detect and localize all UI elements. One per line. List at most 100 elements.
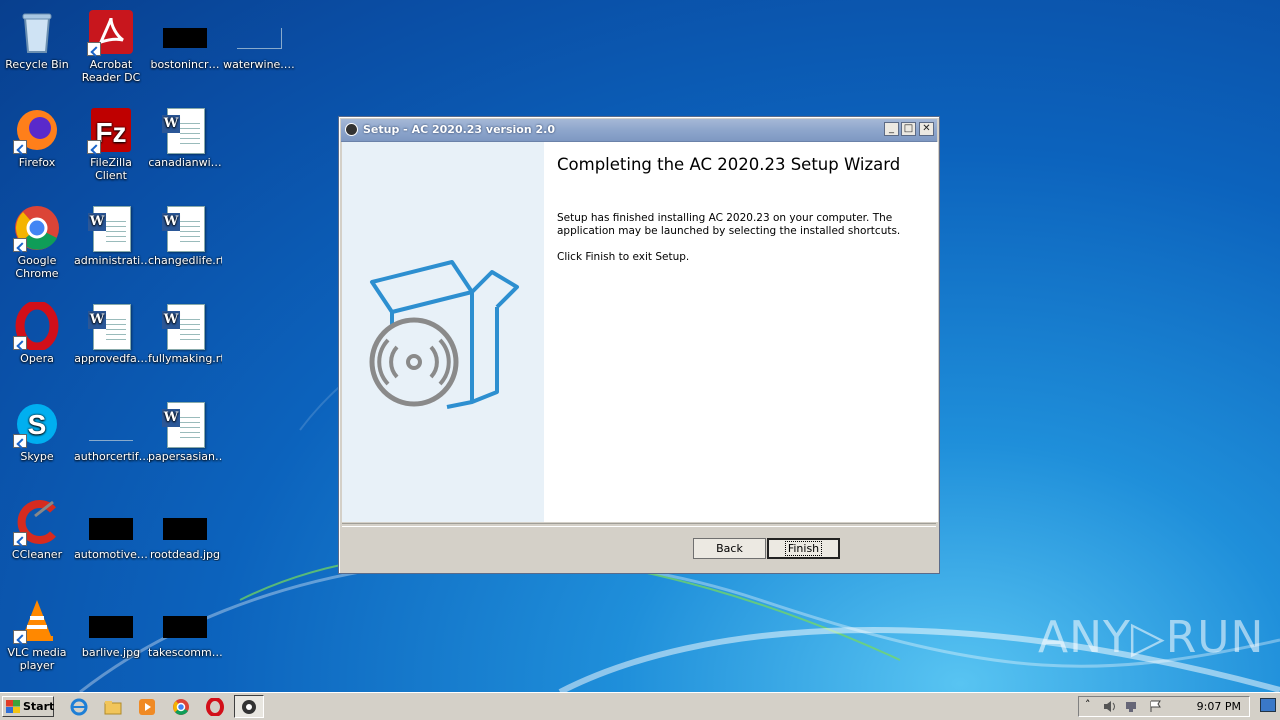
desktop-icon[interactable]: VLC media player [0,596,74,672]
show-hidden-icons-icon[interactable]: ˄ [1085,698,1091,711]
desktop-icon-label: barlive.jpg [81,646,141,659]
svg-text:S: S [28,409,47,440]
image-icon [87,596,135,644]
ccleaner-icon [13,498,61,546]
file-icon [87,400,135,448]
desktop-icon-label: Skype [20,450,54,463]
shortcut-arrow-icon [13,238,27,252]
install-box-icon [369,260,519,409]
clock[interactable]: 9:07 PM [1197,700,1241,713]
explorer-icon[interactable] [104,698,122,716]
desktop-icon[interactable]: takescomm… [148,596,222,659]
desktop-icon-label: changedlife.rtf [148,254,222,267]
opera-icon[interactable] [206,697,224,717]
desktop-icon[interactable]: Fz FileZilla Client [74,106,148,182]
filezilla-icon: Fz [87,106,135,154]
desktop-icon[interactable]: barlive.jpg [74,596,148,659]
word-doc-icon: W [161,400,209,448]
desktop-icon-label: fullymaking.rtf [148,352,222,365]
anyrun-watermark: ANY▷RUN [1038,612,1265,663]
desktop-icon[interactable]: Acrobat Reader DC [74,8,148,84]
image-icon [161,596,209,644]
word-doc-icon: W [87,302,135,350]
desktop-icon-label: Acrobat Reader DC [81,58,141,84]
wizard-content: Completing the AC 2020.23 Setup Wizard S… [342,142,938,522]
word-doc-icon: W [87,204,135,252]
opera-icon [13,300,61,352]
desktop-icon[interactable]: automotive… [74,498,148,561]
desktop-icon[interactable]: Wadministrati… [74,204,148,267]
desktop-icon[interactable]: Firefox [0,106,74,169]
show-desktop-button[interactable] [1260,698,1276,712]
desktop-icon-label: bostonincr… [150,58,220,71]
desktop-icon-label: papersasian… [148,450,222,463]
shortcut-arrow-icon [13,434,27,448]
desktop-icon-label: Google Chrome [15,254,59,280]
close-button[interactable]: ✕ [919,122,934,136]
taskbar-setup-window[interactable] [234,695,264,718]
desktop-icon-label: administrati… [74,254,148,267]
desktop-icon-label: FileZilla Client [90,156,132,182]
wizard-instruction: Click Finish to exit Setup. [557,251,690,263]
desktop-icon-label: Recycle Bin [5,58,69,71]
start-button[interactable]: Start [2,696,54,717]
setup-app-icon [345,123,358,136]
desktop-icon[interactable]: Wchangedlife.rtf [148,204,222,267]
maximize-button[interactable]: □ [901,122,916,136]
image-icon [87,498,135,546]
desktop-icon[interactable]: authorcertif… [74,400,148,463]
desktop-icon-label: VLC media player [7,646,67,672]
desktop-icon[interactable]: Wcanadianwi… [148,106,222,169]
shortcut-arrow-icon [87,140,101,154]
desktop-icon-label: approvedfa… [74,352,148,365]
wizard-heading: Completing the AC 2020.23 Setup Wizard [557,155,901,174]
word-doc-icon: W [161,302,209,350]
action-center-flag-icon[interactable] [1149,700,1163,713]
desktop-icon[interactable]: Wfullymaking.rtf [148,302,222,365]
word-doc-icon: W [161,204,209,252]
media-player-icon[interactable] [138,698,156,716]
desktop-icon[interactable]: Wpapersasian… [148,400,222,463]
chrome-icon [13,204,61,252]
shortcut-arrow-icon [87,42,101,56]
shortcut-arrow-icon [13,336,27,350]
title-bar[interactable]: Setup - AC 2020.23 version 2.0 _ □ ✕ [341,119,937,142]
taskbar: Start ˄ 9:07 PM [0,692,1280,720]
desktop-icon[interactable]: Wapprovedfa… [74,302,148,365]
desktop-icon-label: automotive… [74,548,148,561]
desktop-icon[interactable]: Google Chrome [0,204,74,280]
acrobat-icon [87,8,135,56]
windows-flag-icon [6,700,20,713]
wizard-message: Setup has finished installing AC 2020.23… [557,212,901,237]
recycle-bin-icon [13,8,61,56]
wizard-side-panel [342,142,544,522]
chrome-icon[interactable] [172,698,190,716]
image-icon [161,498,209,546]
desktop-icon-label: Opera [20,352,54,365]
divider [342,523,936,527]
desktop-icon[interactable]: rootdead.jpg [148,498,222,561]
setup-icon [242,700,256,714]
ie-icon[interactable] [70,698,88,716]
shortcut-arrow-icon [13,532,27,546]
file-icon [161,8,209,56]
vlc-icon [13,596,61,644]
setup-window: Setup - AC 2020.23 version 2.0 _ □ ✕ Com… [338,116,940,574]
desktop-icon[interactable]: Opera [0,300,74,365]
desktop-icon-label: rootdead.jpg [149,548,221,561]
desktop-icon-label: takescomm… [148,646,222,659]
file-icon [235,8,283,56]
volume-icon[interactable] [1103,700,1117,713]
desktop-icon[interactable]: bostonincr… [148,8,222,71]
system-tray: ˄ 9:07 PM [1078,696,1250,717]
finish-button[interactable]: Finish [767,538,840,559]
desktop-icon[interactable]: waterwine.… [222,8,296,71]
finish-label: Finish [784,541,823,556]
back-button[interactable]: Back [693,538,766,559]
desktop-icon[interactable]: CCleaner [0,498,74,561]
firefox-icon [13,106,61,154]
network-icon[interactable] [1125,700,1139,713]
desktop-icon[interactable]: Recycle Bin [0,8,74,71]
minimize-button[interactable]: _ [884,122,899,136]
desktop-icon[interactable]: S Skype [0,400,74,463]
